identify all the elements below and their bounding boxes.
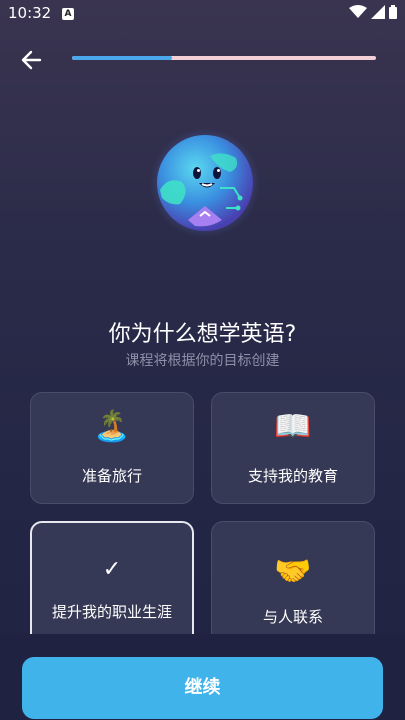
option-label: 支持我的教育 bbox=[247, 467, 338, 485]
option-travel[interactable]: 🏝️ 准备旅行 bbox=[30, 392, 194, 504]
status-icons bbox=[349, 5, 397, 19]
island-icon: 🏝️ bbox=[93, 409, 131, 444]
option-label: 与人联系 bbox=[262, 608, 323, 626]
option-label: 准备旅行 bbox=[81, 467, 142, 485]
notification-a-icon: A bbox=[62, 8, 74, 20]
option-label: 提升我的职业生涯 bbox=[51, 603, 172, 621]
book-icon: 📖 bbox=[274, 409, 312, 444]
continue-button[interactable]: 继续 bbox=[22, 657, 383, 719]
question-title: 你为什么想学英语? bbox=[108, 322, 297, 347]
back-button[interactable] bbox=[18, 46, 46, 74]
checkmark-icon: ✓ bbox=[102, 557, 122, 582]
signal-icon bbox=[371, 5, 385, 19]
progress-fill bbox=[72, 56, 173, 60]
wifi-icon bbox=[349, 5, 367, 18]
progress-bar bbox=[72, 56, 376, 60]
option-connect[interactable]: 🤝 与人联系 bbox=[211, 521, 375, 647]
status-bar: 10:32 A bbox=[0, 0, 405, 28]
battery-icon bbox=[389, 5, 397, 19]
status-time: 10:32 bbox=[8, 4, 52, 22]
globe-mascot-icon bbox=[150, 128, 260, 238]
question-subtitle: 课程将根据你的目标创建 bbox=[125, 353, 280, 369]
option-education[interactable]: 📖 支持我的教育 bbox=[211, 392, 375, 504]
handshake-icon: 🤝 bbox=[274, 554, 312, 589]
arrow-left-icon bbox=[21, 50, 42, 70]
option-career[interactable]: ✓ 提升我的职业生涯 bbox=[30, 521, 194, 647]
